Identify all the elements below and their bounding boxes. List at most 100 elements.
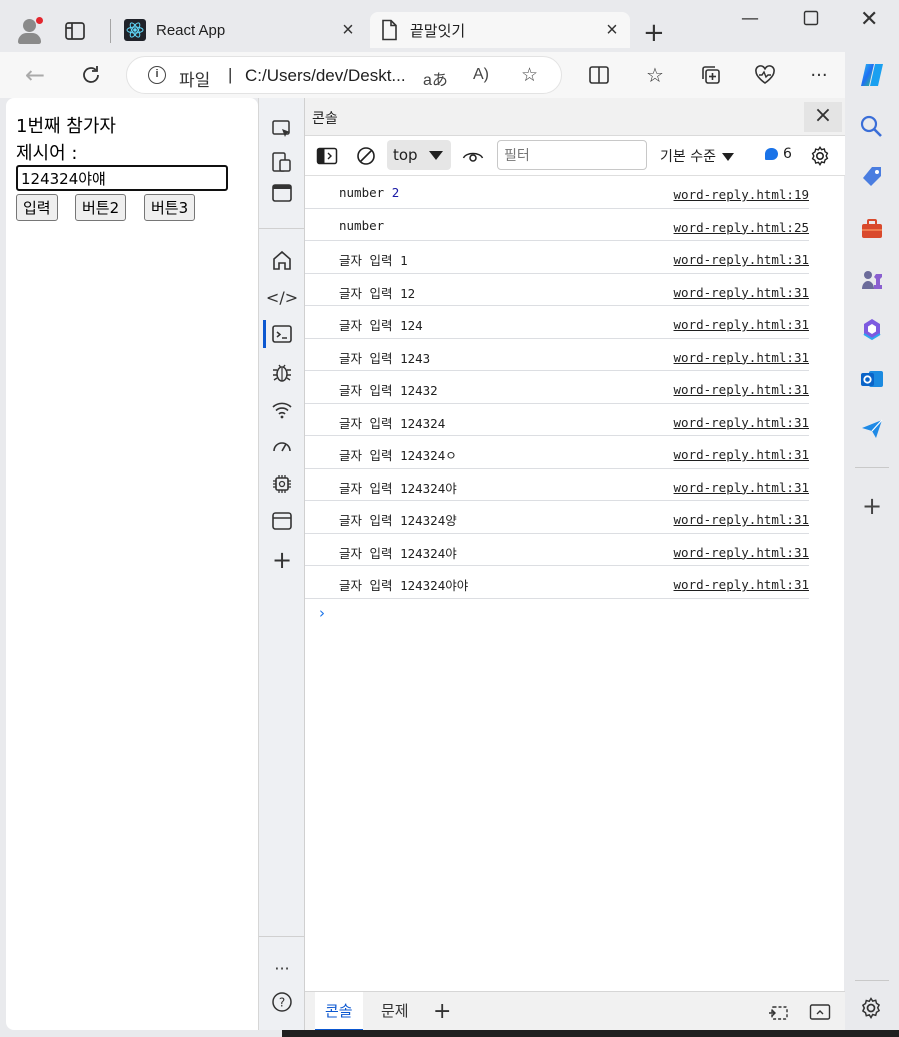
inspect-element-icon[interactable] [270,118,294,142]
log-level-dropdown[interactable]: 기본 수준 [660,146,734,166]
tab-separator [110,19,111,43]
log-source-link[interactable]: word-reply.html:31 [674,577,809,592]
close-tab-icon[interactable]: × [338,19,358,42]
show-sidebar-icon[interactable] [316,145,338,167]
toggle-drawer-icon[interactable] [809,1001,831,1023]
more-options-icon[interactable]: ··· [806,62,832,88]
close-window-icon[interactable]: ✕ [860,7,878,32]
split-screen-icon[interactable] [586,62,612,88]
clear-console-icon[interactable] [355,145,377,167]
log-text: 글자 입력 [339,350,393,366]
filter-input[interactable] [497,140,647,170]
log-source-link[interactable]: word-reply.html:31 [674,252,809,267]
device-emulation-icon[interactable] [270,150,294,174]
translate-icon[interactable]: aあ [423,66,448,90]
panel-title: 콘솔 [312,111,338,127]
log-message: 글자 입력 124324양 [339,510,457,529]
log-source-link[interactable]: word-reply.html:31 [674,545,809,560]
help-question-icon[interactable]: ? [270,990,294,1014]
log-source-link[interactable]: word-reply.html:25 [674,220,809,235]
log-level-value: 기본 수준 [660,149,716,165]
log-value: 1 [400,253,408,268]
profile-avatar-icon[interactable] [14,14,46,46]
drop-send-icon[interactable] [859,416,885,442]
drawer-tab-issues[interactable]: 문제 [371,992,419,1031]
welcome-home-icon[interactable] [270,248,294,272]
window-panel-icon[interactable] [270,181,294,205]
close-devtools-icon[interactable]: × [804,102,842,132]
button-3[interactable]: 버튼3 [144,194,196,221]
log-value: 2 [391,185,400,200]
sources-bug-icon[interactable] [270,360,294,384]
more-options-icon[interactable]: ··· [270,956,294,980]
tab-actions-icon[interactable] [64,20,86,42]
favorites-icon[interactable]: ☆ [642,62,668,88]
log-source-link[interactable]: word-reply.html:31 [674,317,809,332]
log-source-link[interactable]: word-reply.html:31 [674,285,809,300]
settings-gear-icon[interactable] [859,996,885,1022]
games-chess-icon[interactable] [859,266,885,292]
taskbar-strip [282,1030,899,1037]
log-value: 12432 [400,383,438,398]
word-input[interactable] [16,165,228,191]
refresh-icon[interactable] [78,62,104,88]
log-source-link[interactable]: word-reply.html:31 [674,480,809,495]
word-label: 제시어 : [16,143,78,164]
search-icon[interactable] [859,114,885,140]
console-icon[interactable] [270,322,294,346]
context-selector[interactable]: top [387,140,451,170]
edge-sidebar: + [845,52,899,1037]
activity-divider [259,228,305,229]
maximize-icon[interactable] [803,10,819,31]
network-wifi-icon[interactable] [270,397,294,421]
live-expression-eye-icon[interactable] [462,145,484,167]
new-tab-plus-icon[interactable]: + [643,18,665,48]
memory-chip-icon[interactable] [270,472,294,496]
add-sidebar-app-icon[interactable]: + [859,494,885,520]
console-log-row: 글자 입력 124324야야 word-reply.html:31 [305,566,809,599]
read-aloud-icon[interactable]: A) [473,66,489,84]
log-source-link[interactable]: word-reply.html:31 [674,512,809,527]
log-source-link[interactable]: word-reply.html:31 [674,382,809,397]
tab-react-app[interactable]: React App × [116,12,366,48]
drawer-tab-console[interactable]: 콘솔 [315,992,363,1031]
collections-icon[interactable] [698,62,724,88]
close-tab-icon[interactable]: × [602,19,622,42]
issues-counter[interactable]: 6 [765,146,792,162]
console-log-row: 글자 입력 124324양 word-reply.html:31 [305,501,809,534]
log-source-link[interactable]: word-reply.html:31 [674,447,809,462]
shopping-tag-icon[interactable] [859,164,885,190]
application-panel-icon[interactable] [270,509,294,533]
browser-essentials-icon[interactable] [752,62,778,88]
elements-code-icon[interactable]: </> [266,285,298,309]
dock-panel-icon[interactable] [767,1001,789,1023]
tab-title: 끝말잇기 [410,22,466,40]
log-source-link[interactable]: word-reply.html:19 [674,187,809,202]
devtools-activity-bar: </> + ··· ? [258,98,305,1030]
submit-button[interactable]: 입력 [16,194,58,221]
address-bar[interactable]: i 파일 | C:/Users/dev/Deskt... aあ A) ☆ [126,56,562,94]
log-text: 글자 입력 [339,285,393,301]
copilot-icon[interactable] [857,62,887,88]
address-url[interactable]: C:/Users/dev/Deskt... [245,66,406,86]
issues-count: 6 [783,146,792,162]
console-prompt-icon[interactable]: › [319,604,325,622]
dropdown-triangle-icon [429,151,443,160]
site-info-icon[interactable]: i [148,66,166,84]
performance-gauge-icon[interactable] [270,434,294,458]
tab-word-chain[interactable]: 끝말잇기 × [370,12,630,48]
microsoft-365-icon[interactable] [859,316,885,342]
minimize-icon[interactable]: — [741,8,759,29]
log-value: 124324ㅇ [400,448,457,463]
console-settings-gear-icon[interactable] [809,145,831,167]
log-source-link[interactable]: word-reply.html:31 [674,350,809,365]
log-source-link[interactable]: word-reply.html:31 [674,415,809,430]
tools-briefcase-icon[interactable] [859,216,885,242]
tab-title: React App [156,21,226,39]
favorite-star-icon[interactable]: ☆ [521,64,538,87]
add-drawer-tab-plus-icon[interactable]: + [423,992,461,1031]
back-arrow-icon[interactable]: ← [22,61,48,89]
more-tools-plus-icon[interactable]: + [270,546,294,574]
button-2[interactable]: 버튼2 [75,194,127,221]
outlook-icon[interactable] [859,366,885,392]
